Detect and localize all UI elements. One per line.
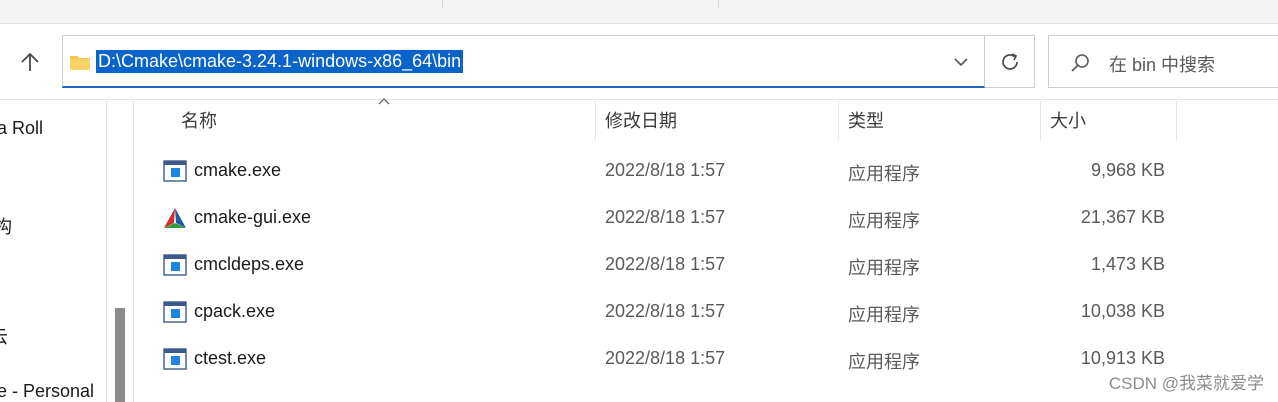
exe-icon	[163, 348, 187, 370]
search-input[interactable]: 在 bin 中搜索	[1109, 51, 1215, 77]
nav-item-camera-roll[interactable]: a Roll	[0, 118, 43, 139]
column-divider[interactable]	[838, 101, 839, 141]
column-divider[interactable]	[595, 101, 596, 141]
exe-icon	[163, 301, 187, 323]
column-divider[interactable]	[1040, 101, 1041, 141]
file-type: 应用程序	[848, 305, 920, 325]
file-date: 2022/8/18 1:57	[605, 348, 726, 368]
file-name[interactable]: cmake-gui.exe	[194, 207, 311, 228]
file-size: 9,968 KB	[1090, 160, 1165, 180]
column-divider[interactable]	[1176, 101, 1177, 141]
folder-icon	[70, 56, 90, 70]
toolbar-divider	[442, 0, 443, 8]
column-header-type[interactable]: 类型	[848, 101, 884, 141]
file-type: 应用程序	[848, 211, 920, 231]
sort-ascending-icon	[378, 98, 390, 105]
address-bar[interactable]: D:\Cmake\cmake-3.24.1-windows-x86_64\bin	[62, 35, 985, 88]
file-size: 21,367 KB	[1080, 207, 1165, 227]
file-date: 2022/8/18 1:57	[605, 254, 726, 274]
refresh-button[interactable]	[985, 35, 1035, 88]
address-dropdown-button[interactable]	[952, 53, 970, 71]
navigation-pane: a Roll 构 云 e - Personal	[0, 101, 106, 402]
nav-item-cloud[interactable]: 云	[0, 323, 8, 349]
navigation-bar: D:\Cmake\cmake-3.24.1-windows-x86_64\bin…	[0, 24, 1278, 100]
exe-icon	[163, 160, 187, 182]
chevron-down-icon	[954, 58, 968, 67]
toolbar-strip	[0, 0, 1278, 24]
file-name[interactable]: cpack.exe	[194, 301, 275, 322]
file-name[interactable]: ctest.exe	[194, 348, 266, 369]
nav-item-onedrive-personal[interactable]: e - Personal	[0, 381, 94, 402]
address-path[interactable]: D:\Cmake\cmake-3.24.1-windows-x86_64\bin	[96, 50, 464, 73]
refresh-icon	[1001, 52, 1018, 70]
navigation-scrollbar[interactable]	[106, 101, 134, 402]
file-type: 应用程序	[848, 352, 920, 372]
file-size: 10,038 KB	[1080, 301, 1165, 321]
file-date: 2022/8/18 1:57	[605, 207, 726, 227]
watermark: CSDN @我菜就爱学	[1108, 374, 1264, 393]
search-icon	[1071, 54, 1089, 72]
exe-icon	[163, 254, 187, 276]
search-box[interactable]: 在 bin 中搜索	[1048, 35, 1278, 88]
nav-item-structure[interactable]: 构	[0, 213, 12, 239]
file-name[interactable]: cmcldeps.exe	[194, 254, 304, 275]
up-button[interactable]	[12, 44, 48, 80]
column-header-size[interactable]: 大小	[1050, 101, 1086, 141]
file-size: 1,473 KB	[1090, 254, 1165, 274]
file-row[interactable]: cpack.exe 2022/8/18 1:57 应用程序 10,038 KB	[135, 289, 1278, 335]
file-date: 2022/8/18 1:57	[605, 301, 726, 321]
cmake-logo-icon	[164, 208, 186, 228]
file-date: 2022/8/18 1:57	[605, 160, 726, 180]
file-row[interactable]: cmake-gui.exe 2022/8/18 1:57 应用程序 21,367…	[135, 195, 1278, 241]
column-header-name[interactable]: 名称	[181, 101, 217, 141]
scrollbar-thumb[interactable]	[115, 308, 125, 402]
column-header-date[interactable]: 修改日期	[605, 101, 677, 141]
file-row[interactable]: ctest.exe 2022/8/18 1:57 应用程序 10,913 KB	[135, 336, 1278, 382]
file-type: 应用程序	[848, 258, 920, 278]
file-row[interactable]: cmcldeps.exe 2022/8/18 1:57 应用程序 1,473 K…	[135, 242, 1278, 288]
file-type: 应用程序	[848, 164, 920, 184]
arrow-up-icon	[21, 52, 39, 71]
file-name[interactable]: cmake.exe	[194, 160, 281, 181]
file-row[interactable]: cmake.exe 2022/8/18 1:57 应用程序 9,968 KB	[135, 148, 1278, 194]
file-size: 10,913 KB	[1080, 348, 1165, 368]
toolbar-divider	[718, 0, 719, 8]
file-list: 名称 修改日期 类型 大小 cmake.exe 2022/8/18 1:57 应…	[135, 98, 1278, 402]
